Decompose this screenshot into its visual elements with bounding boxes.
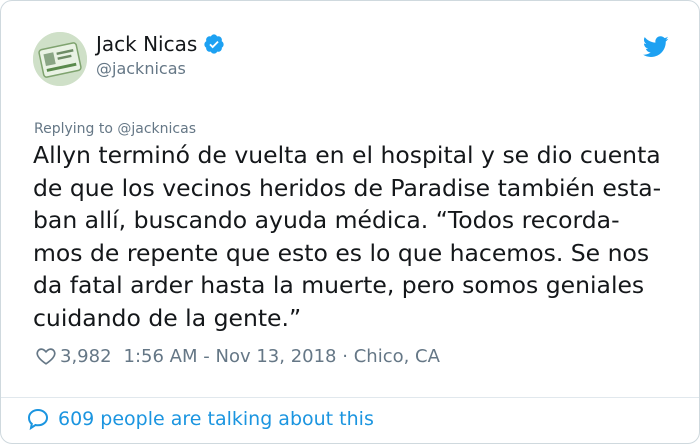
tweet-text-line: mos de repente que esto es lo que hacemo…: [33, 238, 650, 267]
heart-icon[interactable]: [35, 345, 57, 367]
author-avatar[interactable]: [33, 32, 87, 86]
speech-bubble-icon: [27, 408, 49, 431]
tweet-text-line: da fatal arder hasta la muerte, pero som…: [33, 271, 645, 299]
conversation-count-text[interactable]: 609 people are talking about this: [58, 408, 374, 430]
twitter-bird-icon[interactable]: [643, 36, 669, 58]
tweet-card: Jack Nicas @jacknicas Replying to @jackn…: [0, 0, 700, 444]
tweet-location[interactable]: Chico, CA: [354, 346, 440, 367]
tweet-time[interactable]: 1:56 AM: [124, 346, 198, 367]
tweet-date[interactable]: Nov 13, 2018: [216, 346, 337, 367]
tweet-text-line: de que los vecinos heridos de Paradise t…: [33, 173, 662, 202]
avatar-photo-icon: [33, 32, 87, 86]
author-name-row[interactable]: Jack Nicas: [96, 32, 225, 56]
replying-to[interactable]: Replying to @jacknicas: [34, 121, 196, 137]
author-name[interactable]: Jack Nicas: [96, 32, 197, 56]
tweet-text: Allyn terminó de vuelta en el hospital y…: [33, 139, 693, 334]
tweet-text-line: Allyn terminó de vuelta en el hospital y…: [33, 141, 661, 169]
like-count[interactable]: 3,982: [60, 346, 112, 367]
tweet-text-line: cuidando de la gente.”: [33, 303, 302, 332]
author-handle[interactable]: @jacknicas: [96, 59, 186, 78]
verified-badge-icon: [204, 34, 224, 54]
tweet-text-line: ban allí, buscando ayuda médica. “Todos …: [33, 206, 620, 234]
divider: [1, 397, 699, 398]
conversation-link[interactable]: 609 people are talking about this: [26, 407, 374, 431]
tweet-meta: 3,982 1:56 AM - Nov 13, 2018 · Chico, CA: [35, 345, 440, 367]
